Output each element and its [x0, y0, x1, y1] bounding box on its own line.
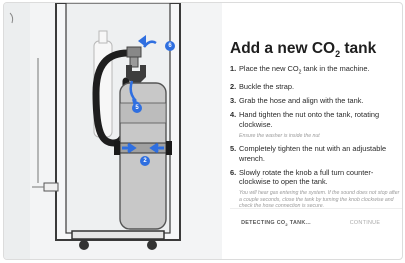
page-title: Add a new CO2 tank	[230, 40, 377, 60]
steps-list: 1. Place the new CO2 tank in the machine…	[230, 64, 402, 215]
step-number: 2.	[230, 82, 237, 92]
action-footer: DETECTING CO2 TANK... CONTINUE	[230, 208, 402, 229]
step-3: 3. Grab the hose and align with the tank…	[230, 96, 402, 106]
step-number: 4.	[230, 110, 237, 120]
detecting-tank-button[interactable]: DETECTING CO2 TANK...	[230, 217, 322, 229]
step-number: 5.	[230, 144, 237, 154]
instructions-panel: Add a new CO2 tank 1. Place the new CO2 …	[230, 3, 402, 259]
marker-2: 2	[140, 156, 150, 166]
step-text: Hand tighten the nut onto the tank, rota…	[239, 110, 380, 129]
step-6-note: You will hear gas entering the system. I…	[239, 190, 400, 210]
step-2: 2. Buckle the strap.	[230, 82, 402, 92]
step-4-note: Ensure the washer is inside the nut	[239, 132, 320, 139]
step-number: 3.	[230, 96, 237, 106]
step-5: 5. Completely tighten the nut with an ad…	[230, 144, 402, 163]
step-text: Grab the hose and align with the tank.	[239, 96, 364, 106]
step-text: Place the new CO2 tank in the machine.	[239, 64, 370, 76]
continue-button[interactable]: CONTINUE	[330, 217, 400, 229]
step-text: Buckle the strap.	[239, 82, 295, 92]
step-4: 4. Hand tighten the nut onto the tank, r…	[230, 110, 402, 129]
co2-machine-diagram	[4, 3, 181, 259]
step-text: Completely tighten the nut with an adjus…	[239, 144, 387, 163]
step-text: Slowly rotate the knob a full turn count…	[239, 167, 374, 187]
step-6: 6. Slowly rotate the knob a full turn co…	[230, 168, 402, 187]
machine-illustration: 6 5 2	[4, 3, 222, 259]
step-number: 1.	[230, 64, 237, 73]
marker-5: 5	[132, 103, 142, 113]
marker-6: 6	[165, 41, 175, 51]
co2-setup-card: 6 5 2 Add a new CO2 tank 1. Place the ne…	[3, 2, 403, 260]
step-1: 1. Place the new CO2 tank in the machine…	[230, 64, 402, 78]
step-number: 6.	[230, 167, 237, 177]
